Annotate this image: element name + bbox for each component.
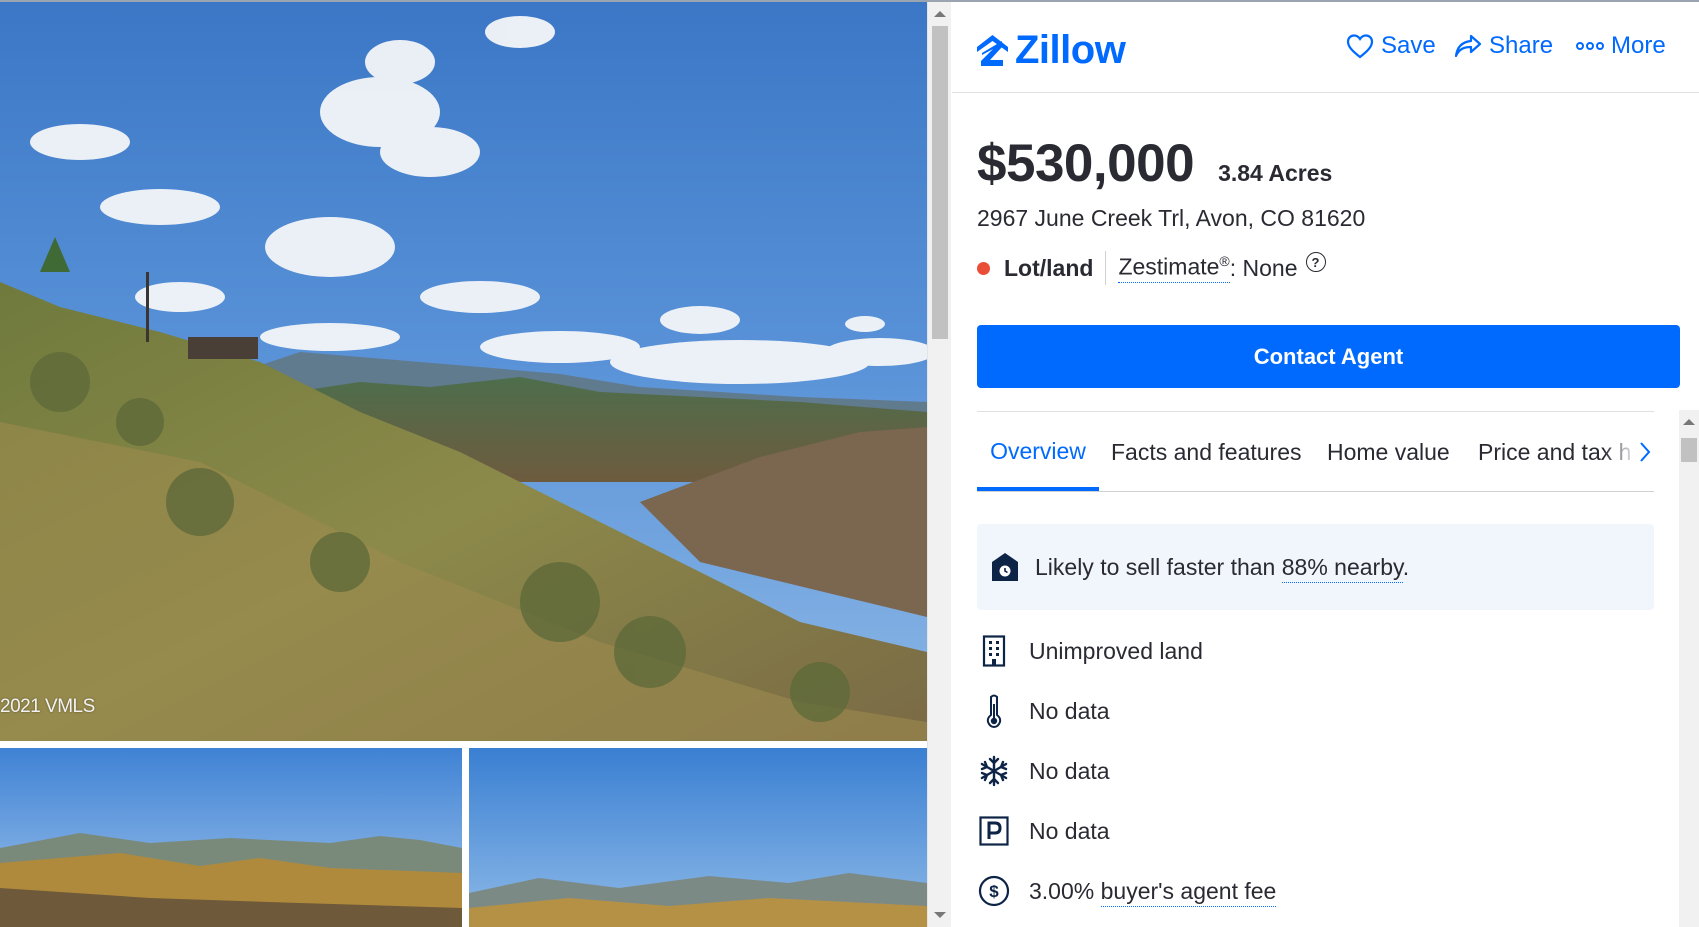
tabs-next-button[interactable] [1636,412,1654,492]
more-dots-icon [1576,42,1604,50]
fact-heating: No data [977,691,1110,731]
svg-text:$: $ [989,882,999,901]
sell-speed-insight: Likely to sell faster than 88% nearby. [977,524,1654,610]
lot-size: 3.84 Acres [1218,160,1333,186]
registered-mark: ® [1219,252,1230,269]
details-scrollbar[interactable] [1679,410,1699,927]
listing-details-panel: Zillow Save Share More $530,000 3.84 Acr… [952,2,1699,927]
zestimate-label: Zestimate [1118,253,1220,280]
scrollbar-thumb[interactable] [932,26,948,339]
dollar-icon: $ [977,874,1011,908]
status-row: Lot/land Zestimate® : None ? [977,251,1326,285]
listing-thumbnail[interactable] [469,748,927,927]
fact-text: No data [1029,757,1110,784]
zillow-logo[interactable]: Zillow [975,28,1126,72]
listing-header: Zillow Save Share More [952,2,1699,93]
heart-icon [1346,34,1374,59]
listing-address: 2967 June Creek Trl, Avon, CO 81620 [977,205,1366,231]
logo-wordmark: Zillow [1015,28,1126,72]
save-button[interactable]: Save [1346,32,1436,60]
status-dot-icon [977,261,990,275]
divider [1105,251,1107,285]
more-button[interactable]: More [1576,32,1666,60]
tab-price-and-tax-history[interactable]: Price and tax h [1478,412,1636,491]
more-label: More [1611,32,1666,59]
thermometer-icon [977,694,1011,728]
photo-scrollbar[interactable] [927,2,951,927]
fact-text: Unimproved land [1029,637,1203,664]
fact-cooling: No data [977,751,1110,791]
nearby-comparison-link[interactable]: 88% nearby [1281,553,1403,583]
listing-status: Lot/land [1004,254,1094,281]
chevron-right-icon [1640,442,1651,462]
listing-thumbnail[interactable] [0,748,462,927]
price-row: $530,000 3.84 Acres [977,133,1332,194]
help-icon[interactable]: ? [1305,252,1326,272]
scroll-up-arrow-icon[interactable] [934,11,946,17]
scroll-down-arrow-icon[interactable] [934,912,946,918]
zestimate-link[interactable]: Zestimate® [1118,252,1230,284]
parking-icon [977,814,1011,848]
mountain-valley-image [0,2,927,741]
section-tabs: Overview Facts and features Home value P… [977,412,1654,492]
share-arrow-icon [1454,34,1482,58]
tab-overview[interactable]: Overview [977,412,1099,491]
photo-copyright: 2021 VMLS [0,696,95,717]
fact-text: No data [1029,697,1110,724]
listing-price: $530,000 [977,134,1195,193]
tab-facts-and-features[interactable]: Facts and features [1111,412,1302,491]
main-listing-photo[interactable]: 2021 VMLS [0,2,927,741]
insight-suffix: . [1402,553,1410,580]
snowflake-icon [977,754,1011,788]
zestimate-value: : None [1229,254,1298,281]
building-icon [977,634,1011,668]
mountain-ridge-image [469,748,927,927]
fact-parking: No data [977,811,1110,851]
fact-text: No data [1029,817,1110,844]
insight-prefix: Likely to sell faster than [1035,553,1282,580]
save-label: Save [1381,32,1436,59]
insight-text: Likely to sell faster than 88% nearby. [1035,553,1410,583]
share-label: Share [1489,32,1554,59]
zillow-house-icon [977,34,1008,66]
share-button[interactable]: Share [1454,32,1553,60]
buyer-agent-fee-link[interactable]: buyer's agent fee [1100,877,1277,907]
fact-property-type: Unimproved land [977,631,1203,671]
scrollbar-thumb[interactable] [1681,438,1697,462]
contact-agent-button[interactable]: Contact Agent [977,325,1680,388]
house-clock-icon [992,553,1018,581]
tab-home-value[interactable]: Home value [1327,412,1450,491]
fact-buyer-agent-fee: $ 3.00% buyer's agent fee [977,871,1277,911]
zillow-listing-page: 2021 VMLS Zillow Save Share More $530,00… [0,0,1699,927]
photo-gallery[interactable]: 2021 VMLS [0,2,927,927]
fee-percent: 3.00% [1029,877,1101,904]
mountain-town-image [0,748,462,927]
scroll-up-arrow-icon[interactable] [1683,419,1695,425]
fact-text: 3.00% buyer's agent fee [1029,877,1277,907]
